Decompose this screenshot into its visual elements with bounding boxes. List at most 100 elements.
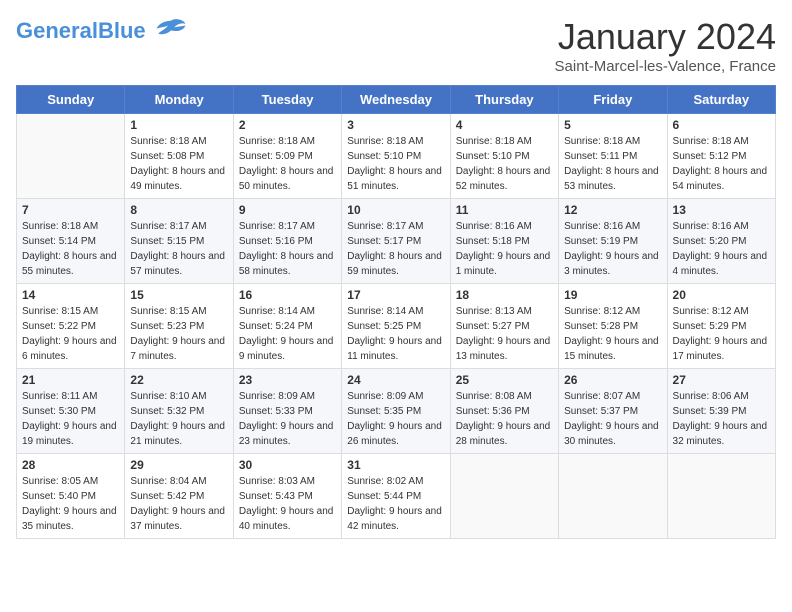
day-info: Sunrise: 8:09 AMSunset: 5:35 PMDaylight:… bbox=[347, 389, 444, 449]
day-number: 8 bbox=[130, 203, 227, 217]
day-info: Sunrise: 8:14 AMSunset: 5:24 PMDaylight:… bbox=[239, 304, 336, 364]
day-info: Sunrise: 8:17 AMSunset: 5:15 PMDaylight:… bbox=[130, 219, 227, 279]
day-info: Sunrise: 8:15 AMSunset: 5:22 PMDaylight:… bbox=[22, 304, 119, 364]
day-info: Sunrise: 8:07 AMSunset: 5:37 PMDaylight:… bbox=[564, 389, 661, 449]
calendar-cell: 5 Sunrise: 8:18 AMSunset: 5:11 PMDaylight… bbox=[559, 114, 667, 199]
day-info: Sunrise: 8:16 AMSunset: 5:19 PMDaylight:… bbox=[564, 219, 661, 279]
logo-general: General bbox=[16, 18, 98, 43]
day-info: Sunrise: 8:11 AMSunset: 5:30 PMDaylight:… bbox=[22, 389, 119, 449]
day-number: 12 bbox=[564, 203, 661, 217]
weekday-header-monday: Monday bbox=[125, 86, 233, 114]
calendar-table: SundayMondayTuesdayWednesdayThursdayFrid… bbox=[16, 85, 776, 539]
day-info: Sunrise: 8:18 AMSunset: 5:10 PMDaylight:… bbox=[456, 134, 553, 194]
day-number: 6 bbox=[673, 118, 770, 132]
calendar-week-row: 21 Sunrise: 8:11 AMSunset: 5:30 PMDayligh… bbox=[17, 369, 776, 454]
calendar-cell: 31Sunrise: 8:02 AMSunset: 5:44 PMDayligh… bbox=[342, 454, 450, 539]
calendar-week-row: 7 Sunrise: 8:18 AMSunset: 5:14 PMDaylight… bbox=[17, 199, 776, 284]
day-number: 14 bbox=[22, 288, 119, 302]
calendar-cell: 4 Sunrise: 8:18 AMSunset: 5:10 PMDaylight… bbox=[450, 114, 558, 199]
calendar-cell: 19Sunrise: 8:12 AMSunset: 5:28 PMDayligh… bbox=[559, 284, 667, 369]
day-info: Sunrise: 8:03 AMSunset: 5:43 PMDaylight:… bbox=[239, 474, 336, 534]
calendar-cell: 6 Sunrise: 8:18 AMSunset: 5:12 PMDaylight… bbox=[667, 114, 775, 199]
calendar-cell: 13 Sunrise: 8:16 AMSunset: 5:20 PMDayligh… bbox=[667, 199, 775, 284]
day-info: Sunrise: 8:05 AMSunset: 5:40 PMDaylight:… bbox=[22, 474, 119, 534]
day-info: Sunrise: 8:04 AMSunset: 5:42 PMDaylight:… bbox=[130, 474, 227, 534]
day-info: Sunrise: 8:18 AMSunset: 5:11 PMDaylight:… bbox=[564, 134, 661, 194]
day-info: Sunrise: 8:12 AMSunset: 5:28 PMDaylight:… bbox=[564, 304, 661, 364]
calendar-cell: 24 Sunrise: 8:09 AMSunset: 5:35 PMDayligh… bbox=[342, 369, 450, 454]
day-number: 13 bbox=[673, 203, 770, 217]
day-info: Sunrise: 8:06 AMSunset: 5:39 PMDaylight:… bbox=[673, 389, 770, 449]
day-info: Sunrise: 8:18 AMSunset: 5:14 PMDaylight:… bbox=[22, 219, 119, 279]
calendar-cell: 16 Sunrise: 8:14 AMSunset: 5:24 PMDayligh… bbox=[233, 284, 341, 369]
calendar-cell: 7 Sunrise: 8:18 AMSunset: 5:14 PMDaylight… bbox=[17, 199, 125, 284]
month-title: January 2024 bbox=[555, 16, 776, 58]
day-number: 9 bbox=[239, 203, 336, 217]
day-info: Sunrise: 8:16 AMSunset: 5:20 PMDaylight:… bbox=[673, 219, 770, 279]
calendar-cell: 21 Sunrise: 8:11 AMSunset: 5:30 PMDayligh… bbox=[17, 369, 125, 454]
calendar-cell: 18Sunrise: 8:13 AMSunset: 5:27 PMDayligh… bbox=[450, 284, 558, 369]
calendar-cell: 3Sunrise: 8:18 AMSunset: 5:10 PMDaylight… bbox=[342, 114, 450, 199]
day-number: 20 bbox=[673, 288, 770, 302]
day-info: Sunrise: 8:12 AMSunset: 5:29 PMDaylight:… bbox=[673, 304, 770, 364]
calendar-cell: 8 Sunrise: 8:17 AMSunset: 5:15 PMDaylight… bbox=[125, 199, 233, 284]
calendar-cell: 28Sunrise: 8:05 AMSunset: 5:40 PMDayligh… bbox=[17, 454, 125, 539]
page-header: GeneralBlue January 2024 Saint-Marcel-le… bbox=[16, 16, 776, 75]
weekday-header-saturday: Saturday bbox=[667, 86, 775, 114]
calendar-cell: 12 Sunrise: 8:16 AMSunset: 5:19 PMDayligh… bbox=[559, 199, 667, 284]
day-number: 4 bbox=[456, 118, 553, 132]
day-number: 11 bbox=[456, 203, 553, 217]
day-number: 21 bbox=[22, 373, 119, 387]
calendar-cell bbox=[559, 454, 667, 539]
calendar-week-row: 1 Sunrise: 8:18 AMSunset: 5:08 PMDaylight… bbox=[17, 114, 776, 199]
title-section: January 2024 Saint-Marcel-les-Valence, F… bbox=[555, 16, 776, 75]
calendar-cell: 30 Sunrise: 8:03 AMSunset: 5:43 PMDayligh… bbox=[233, 454, 341, 539]
calendar-cell: 10 Sunrise: 8:17 AMSunset: 5:17 PMDayligh… bbox=[342, 199, 450, 284]
day-number: 16 bbox=[239, 288, 336, 302]
day-number: 23 bbox=[239, 373, 336, 387]
day-number: 15 bbox=[130, 288, 227, 302]
weekday-header-friday: Friday bbox=[559, 86, 667, 114]
logo-bird-icon bbox=[155, 16, 187, 48]
day-info: Sunrise: 8:17 AMSunset: 5:17 PMDaylight:… bbox=[347, 219, 444, 279]
calendar-cell bbox=[450, 454, 558, 539]
calendar-cell: 27 Sunrise: 8:06 AMSunset: 5:39 PMDayligh… bbox=[667, 369, 775, 454]
calendar-cell: 11 Sunrise: 8:16 AMSunset: 5:18 PMDayligh… bbox=[450, 199, 558, 284]
weekday-header-row: SundayMondayTuesdayWednesdayThursdayFrid… bbox=[17, 86, 776, 114]
day-info: Sunrise: 8:09 AMSunset: 5:33 PMDaylight:… bbox=[239, 389, 336, 449]
day-number: 5 bbox=[564, 118, 661, 132]
calendar-cell: 25Sunrise: 8:08 AMSunset: 5:36 PMDayligh… bbox=[450, 369, 558, 454]
calendar-cell: 29 Sunrise: 8:04 AMSunset: 5:42 PMDayligh… bbox=[125, 454, 233, 539]
day-number: 1 bbox=[130, 118, 227, 132]
day-info: Sunrise: 8:17 AMSunset: 5:16 PMDaylight:… bbox=[239, 219, 336, 279]
day-number: 29 bbox=[130, 458, 227, 472]
calendar-cell: 14 Sunrise: 8:15 AMSunset: 5:22 PMDayligh… bbox=[17, 284, 125, 369]
day-info: Sunrise: 8:14 AMSunset: 5:25 PMDaylight:… bbox=[347, 304, 444, 364]
calendar-cell: 1 Sunrise: 8:18 AMSunset: 5:08 PMDaylight… bbox=[125, 114, 233, 199]
day-info: Sunrise: 8:15 AMSunset: 5:23 PMDaylight:… bbox=[130, 304, 227, 364]
day-info: Sunrise: 8:02 AMSunset: 5:44 PMDaylight:… bbox=[347, 474, 444, 534]
day-info: Sunrise: 8:13 AMSunset: 5:27 PMDaylight:… bbox=[456, 304, 553, 364]
day-number: 7 bbox=[22, 203, 119, 217]
calendar-cell bbox=[17, 114, 125, 199]
weekday-header-wednesday: Wednesday bbox=[342, 86, 450, 114]
calendar-cell: 17Sunrise: 8:14 AMSunset: 5:25 PMDayligh… bbox=[342, 284, 450, 369]
day-number: 27 bbox=[673, 373, 770, 387]
day-number: 10 bbox=[347, 203, 444, 217]
logo-blue: Blue bbox=[98, 18, 146, 43]
day-info: Sunrise: 8:16 AMSunset: 5:18 PMDaylight:… bbox=[456, 219, 553, 279]
calendar-cell: 20 Sunrise: 8:12 AMSunset: 5:29 PMDayligh… bbox=[667, 284, 775, 369]
day-number: 24 bbox=[347, 373, 444, 387]
weekday-header-sunday: Sunday bbox=[17, 86, 125, 114]
day-number: 30 bbox=[239, 458, 336, 472]
day-number: 3 bbox=[347, 118, 444, 132]
weekday-header-tuesday: Tuesday bbox=[233, 86, 341, 114]
day-info: Sunrise: 8:18 AMSunset: 5:09 PMDaylight:… bbox=[239, 134, 336, 194]
calendar-week-row: 28Sunrise: 8:05 AMSunset: 5:40 PMDayligh… bbox=[17, 454, 776, 539]
location-subtitle: Saint-Marcel-les-Valence, France bbox=[555, 58, 776, 75]
day-number: 22 bbox=[130, 373, 227, 387]
calendar-cell bbox=[667, 454, 775, 539]
day-info: Sunrise: 8:18 AMSunset: 5:12 PMDaylight:… bbox=[673, 134, 770, 194]
day-info: Sunrise: 8:18 AMSunset: 5:08 PMDaylight:… bbox=[130, 134, 227, 194]
calendar-cell: 23 Sunrise: 8:09 AMSunset: 5:33 PMDayligh… bbox=[233, 369, 341, 454]
